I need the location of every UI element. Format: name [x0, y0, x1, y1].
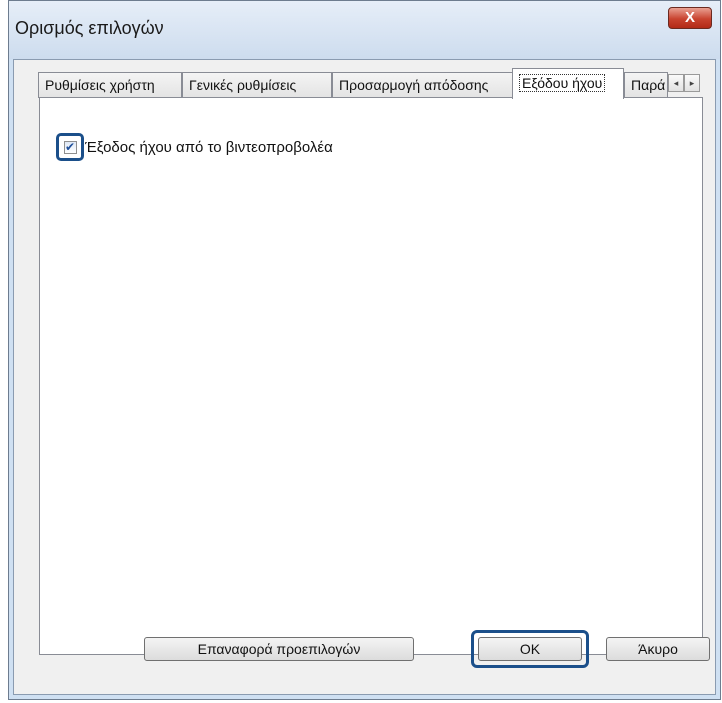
title-bar[interactable]: Ορισμός επιλογών X	[9, 1, 720, 59]
tab-audio-output[interactable]: Εξόδου ήχου	[512, 68, 624, 99]
audio-output-checkbox[interactable]: ✔	[63, 140, 77, 154]
ok-button[interactable]: OK	[478, 637, 582, 661]
dialog-client-area: Ρυθμίσεις χρήστη Γενικές ρυθμίσεις Προσα…	[13, 59, 716, 695]
close-button[interactable]: X	[668, 7, 712, 29]
button-label: Άκυρο	[638, 641, 678, 657]
audio-output-label: Έξοδος ήχου από το βιντεοπροβολέα	[85, 138, 333, 156]
checkmark-icon: ✔	[64, 140, 76, 154]
tab-label: Παρά	[631, 77, 666, 93]
tab-label: Εξόδου ήχου	[519, 74, 606, 92]
tab-user-settings[interactable]: Ρυθμίσεις χρήστη	[38, 72, 182, 98]
tab-performance-adjustment[interactable]: Προσαρμογή απόδοσης	[332, 72, 514, 98]
tab-scroll-right-button[interactable]: ▸	[684, 74, 700, 92]
checkbox-highlight: ✔	[56, 133, 84, 161]
reset-defaults-button[interactable]: Επαναφορά προεπιλογών	[144, 637, 414, 661]
dialog-title: Ορισμός επιλογών	[15, 18, 164, 38]
arrow-right-icon: ▸	[689, 78, 695, 88]
tab-general-settings[interactable]: Γενικές ρυθμίσεις	[182, 72, 332, 98]
button-label: Επαναφορά προεπιλογών	[197, 641, 361, 657]
audio-output-option[interactable]: ✔ Έξοδος ήχου από το βιντεοπροβολέα	[56, 133, 333, 161]
options-dialog: Ορισμός επιλογών X Ρυθμίσεις χρήστη Γενι…	[8, 0, 721, 700]
button-label: OK	[519, 641, 541, 657]
cancel-button[interactable]: Άκυρο	[606, 637, 710, 661]
tab-label: Ρυθμίσεις χρήστη	[45, 77, 155, 93]
tab-scroll-left-button[interactable]: ◂	[668, 74, 684, 92]
arrow-left-icon: ◂	[673, 78, 679, 88]
tab-label: Προσαρμογή απόδοσης	[339, 77, 489, 93]
tab-more[interactable]: Παρά	[624, 72, 668, 98]
tab-scroll-arrows: ◂ ▸	[668, 74, 700, 92]
tab-strip: Ρυθμίσεις χρήστη Γενικές ρυθμίσεις Προσα…	[38, 68, 704, 99]
audio-output-panel: ✔ Έξοδος ήχου από το βιντεοπροβολέα	[39, 97, 703, 655]
tab-label: Γενικές ρυθμίσεις	[189, 77, 297, 93]
close-icon: X	[684, 9, 695, 26]
